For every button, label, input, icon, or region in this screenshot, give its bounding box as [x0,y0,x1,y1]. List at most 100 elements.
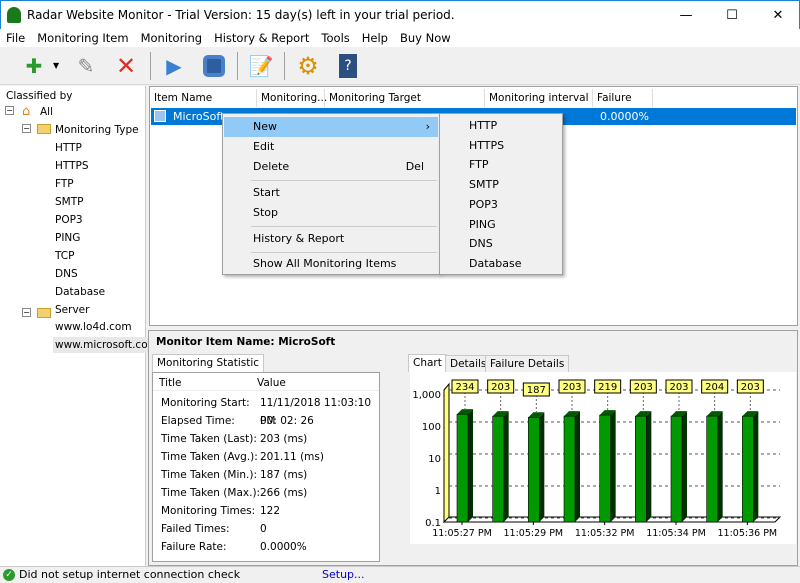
minimize-button[interactable]: — [663,1,709,30]
bar-side [610,410,616,522]
tree-node-type[interactable]: HTTPS [55,158,89,174]
submenu-item-ftp[interactable]: FTP [469,156,489,174]
app-icon [7,7,21,23]
dropdown-arrow-icon[interactable]: ▼ [53,61,59,70]
y-tick-label: 10 [428,454,441,465]
menu-buy-now[interactable]: Buy Now [394,29,457,46]
tab-chart[interactable]: Chart [408,354,447,372]
column-monitoring-interval[interactable]: Monitoring interval [485,89,593,107]
menu-item-stop[interactable]: Stop [224,203,438,223]
menu-monitoring-item[interactable]: Monitoring Item [31,29,134,46]
start-button[interactable]: ▶ [160,52,188,80]
collapse-icon[interactable]: − [5,106,14,115]
y-tick-label: 1,000 [412,390,441,401]
setup-link[interactable]: Setup... [322,568,365,581]
folder-icon [37,124,51,134]
category-tree: Classified by − ⌂ All − Monitoring Type HTTP HT… [0,86,160,566]
tree-node-type[interactable]: PING [55,230,80,246]
column-monitoring-target[interactable]: Monitoring Target [325,89,485,107]
bar-side [646,411,652,522]
bar [456,413,469,523]
tree-node-type[interactable]: HTTP [55,140,82,156]
report-button[interactable]: 📝 [247,52,275,80]
menu-bar: File Monitoring Item Monitoring History & R… [0,29,800,47]
tree-node-server-item[interactable]: www.microsoft.com [53,337,160,353]
submenu-item-pop3[interactable]: POP3 [469,196,498,214]
status-text: Did not setup internet connection check [19,568,241,581]
column-item-name[interactable]: Item Name [150,89,257,107]
bar-side [539,412,545,522]
collapse-icon[interactable]: − [22,124,31,133]
delete-button[interactable]: ✕ [112,52,140,80]
maximize-button[interactable]: ☐ [709,1,755,30]
tree-node-type[interactable]: FTP [55,176,74,192]
menu-history-report[interactable]: History & Report [208,29,315,46]
statistics-table: Title Value Monitoring Start: 11/11/2018 … [152,372,380,562]
new-item-button[interactable]: ✚ [20,52,48,80]
stat-label: Failed Times: [161,523,230,535]
submenu-item-smtp[interactable]: SMTP [469,176,499,194]
edit-button[interactable]: ✎ [72,52,100,80]
column-value: Value [257,377,286,389]
stat-value: 0.0000% [260,541,307,553]
separator [237,52,238,80]
submenu-item-database[interactable]: Database [469,255,522,273]
menu-label: New [253,120,277,133]
separator [284,52,285,80]
menu-item-show-all[interactable]: Show All Monitoring Items [224,254,438,274]
bar-side [753,411,759,522]
tree-node-monitoring-type[interactable]: Monitoring Type [55,122,139,138]
stop-button[interactable] [200,52,228,80]
menu-file[interactable]: File [0,29,31,46]
close-button[interactable]: ✕ [755,1,800,30]
tree-node-type[interactable]: TCP [55,248,74,264]
menu-tools[interactable]: Tools [315,29,355,46]
stat-value: 00: 02: 26 [260,415,314,427]
bar [670,415,683,523]
data-label: 203 [562,382,581,393]
tree-node-server-item[interactable]: www.lo4d.com [53,319,134,335]
bar-side [682,411,687,522]
menu-item-start[interactable]: Start [224,183,438,203]
column-failure[interactable]: Failure (%) [593,89,653,122]
data-label: 203 [741,382,760,393]
chevron-right-icon: › [425,120,430,133]
menu-label: Delete [253,160,290,173]
tree-node-type[interactable]: SMTP [55,194,83,210]
tree-node-all[interactable]: All [40,104,53,120]
column-monitoring-type[interactable]: Monitoring... [257,89,327,107]
bar [706,415,718,523]
tree-node-type[interactable]: POP3 [55,212,83,228]
home-icon: ⌂ [22,104,31,119]
menu-item-new[interactable]: New › [224,117,438,137]
menu-help[interactable]: Help [356,29,394,46]
settings-gear-icon[interactable]: ⚙ [294,52,322,80]
collapse-icon[interactable]: − [22,308,31,317]
bar [742,415,754,523]
tree-node-server[interactable]: Server [55,302,89,318]
tree-node-type[interactable]: Database [55,284,105,300]
submenu-item-ping[interactable]: PING [469,216,496,234]
submenu-item-dns[interactable]: DNS [469,235,493,253]
menu-monitoring[interactable]: Monitoring [135,29,209,46]
submenu-item-http[interactable]: HTTP [469,117,497,135]
menu-item-delete[interactable]: Delete Del [224,157,438,177]
tab-failure-details[interactable]: Failure Details [485,355,570,373]
column-title: Title [159,377,182,389]
window-title: Radar Website Monitor - Trial Version: 1… [27,8,455,22]
tree-node-type[interactable]: DNS [55,266,78,282]
bar-side [575,411,580,522]
menu-item-history[interactable]: History & Report [224,229,438,249]
stat-label: Time Taken (Last): [161,433,257,445]
x-tick-label: 11:05:29 PM [504,528,564,539]
help-book-icon[interactable]: ? [334,52,362,80]
bar [563,415,576,523]
data-label: 234 [455,382,474,393]
x-tick-label: 11:05:34 PM [646,528,706,539]
data-label: 187 [527,385,546,396]
tab-monitoring-statistic[interactable]: Monitoring Statistic [152,354,265,372]
submenu-item-https[interactable]: HTTPS [469,137,504,155]
stat-value: 122 [260,505,281,517]
check-icon: ✓ [3,569,15,581]
menu-item-edit[interactable]: Edit [224,137,438,157]
